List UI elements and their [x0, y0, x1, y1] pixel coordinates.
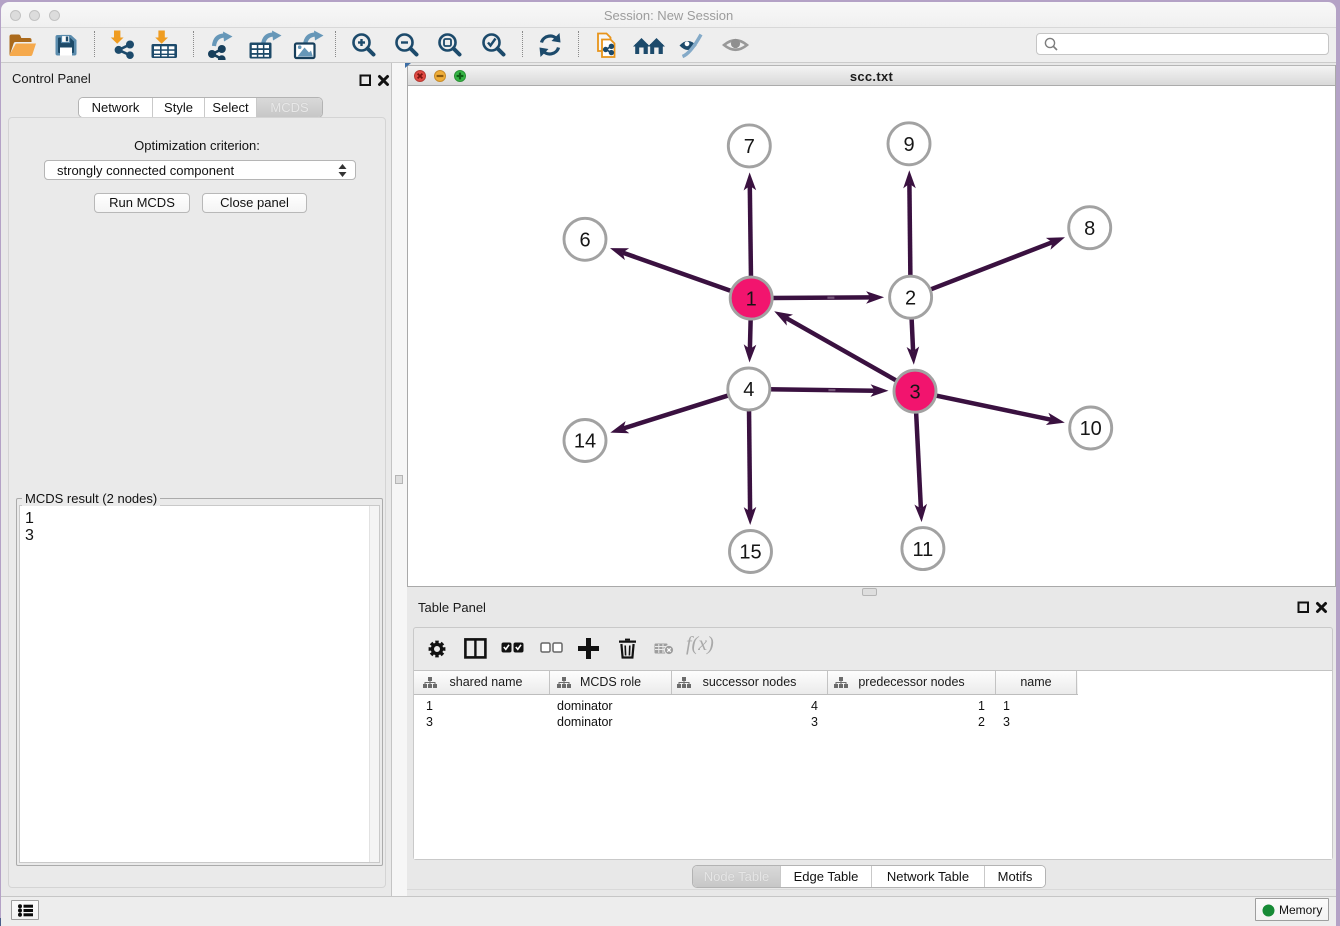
svg-text:1: 1 — [746, 288, 757, 310]
svg-text:7: 7 — [744, 136, 755, 158]
svg-text:14: 14 — [574, 431, 596, 453]
svg-text:11: 11 — [913, 539, 934, 561]
svg-text:9: 9 — [903, 134, 914, 156]
svg-text:10: 10 — [1080, 418, 1102, 440]
svg-text:8: 8 — [1084, 218, 1095, 240]
svg-text:2: 2 — [905, 287, 916, 309]
svg-text:15: 15 — [739, 542, 761, 564]
svg-text:4: 4 — [743, 379, 754, 401]
svg-text:6: 6 — [579, 230, 590, 252]
svg-text:3: 3 — [909, 381, 920, 403]
